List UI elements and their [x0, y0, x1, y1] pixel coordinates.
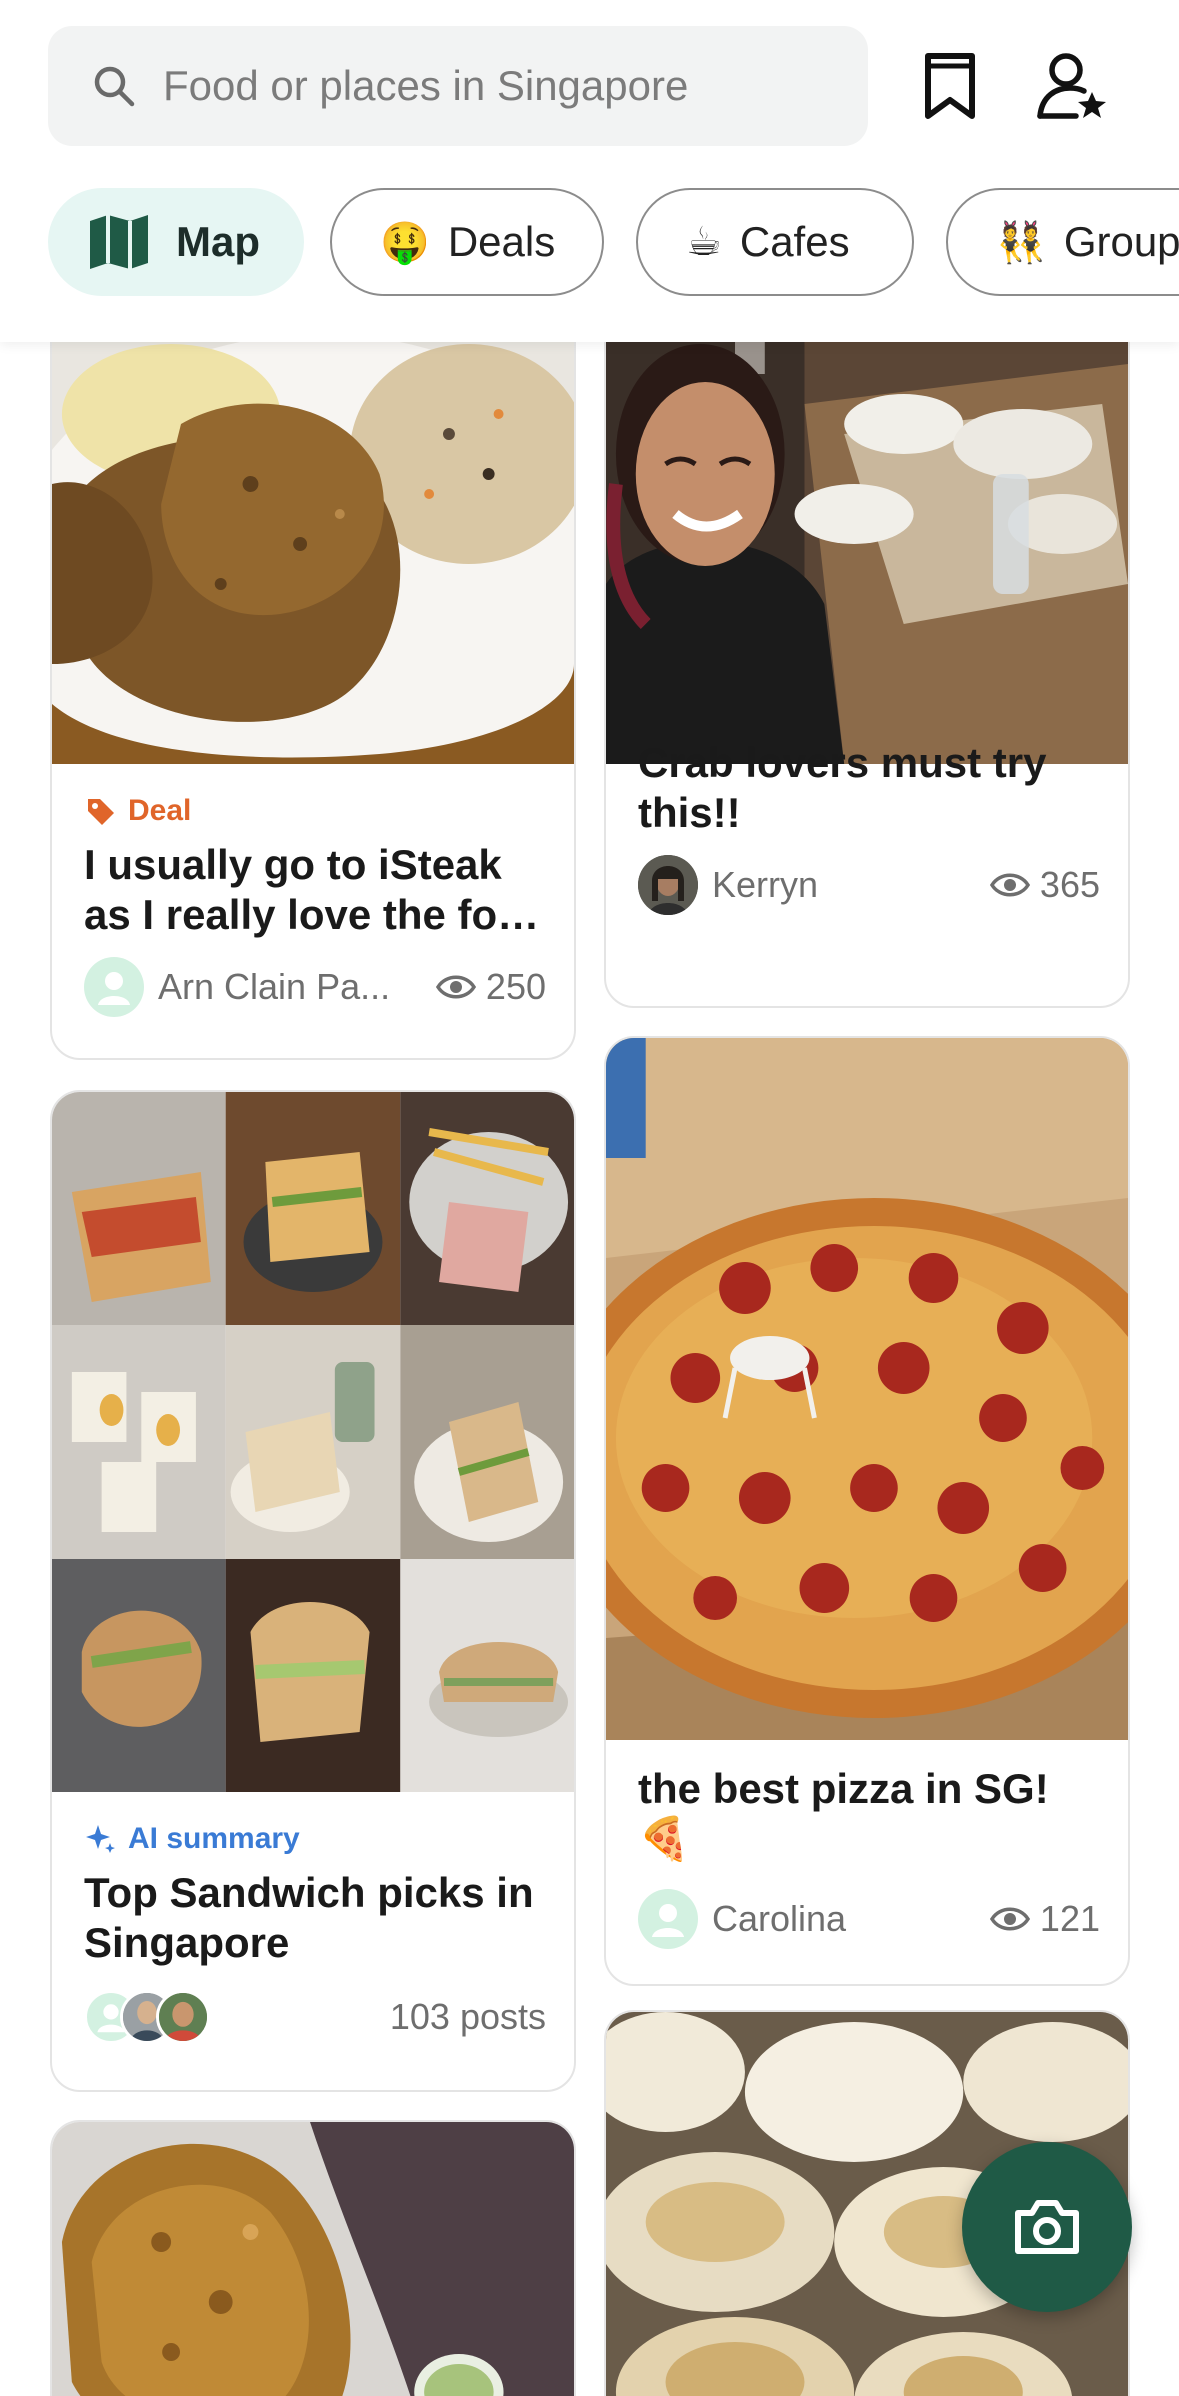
- filter-chip-cafes[interactable]: ☕ Cafes: [636, 188, 914, 296]
- view-count: 250: [435, 966, 546, 1008]
- eye-icon: [435, 975, 476, 999]
- post-title: the best pizza in SG! 🍕: [638, 1765, 1049, 1862]
- view-count-value: 250: [485, 966, 546, 1007]
- filter-chip-label: Cafes: [739, 218, 850, 265]
- money-face-icon: 🤑: [380, 220, 430, 265]
- ai-summary-tag: AI summary: [84, 1822, 300, 1856]
- map-icon: [90, 215, 148, 269]
- search-placeholder[interactable]: Food or places in Singapore: [163, 26, 688, 146]
- post-photo-pizza: [606, 1038, 1128, 1740]
- post-card[interactable]: Crab lovers must try this!! Kerryn 365: [604, 282, 1130, 1008]
- post-meta: Kerryn 365: [638, 854, 1100, 916]
- post-card[interactable]: [50, 2120, 576, 2396]
- post-title: Crab lovers must try this!!: [638, 739, 1047, 836]
- filter-chip-label: Group: [1063, 218, 1179, 265]
- post-feed: Deal I usually go to iSteak as I really …: [0, 282, 1179, 2396]
- post-photo-steak: [52, 284, 574, 764]
- top-header: Food or places in Singapore Map 🤑 Deals: [0, 0, 1179, 342]
- default-avatar-icon: [98, 972, 130, 1005]
- sparkle-icon: [86, 1825, 115, 1853]
- price-tag-icon: [88, 799, 114, 825]
- view-count-value: 365: [1039, 864, 1100, 905]
- avatar: [638, 1889, 698, 1949]
- post-author: Kerryn: [712, 864, 819, 905]
- post-card[interactable]: Deal I usually go to iSteak as I really …: [50, 282, 576, 1060]
- camera-fab-button[interactable]: [962, 2142, 1132, 2312]
- user-photo-icon: [159, 1993, 207, 2041]
- view-count-value: 121: [1039, 1898, 1100, 1939]
- deal-tag-label: Deal: [128, 794, 192, 827]
- post-title: I usually go to iSteak as I really love …: [84, 841, 540, 938]
- feed-page: Food or places in Singapore Map 🤑 Deals: [0, 0, 1179, 2396]
- post-card[interactable]: the best pizza in SG! 🍕 Carolina 121: [604, 1036, 1130, 1986]
- view-count: 365: [989, 864, 1100, 906]
- post-photo-sandwich-collage: [52, 1092, 574, 1792]
- avatar: [84, 957, 144, 1017]
- post-author: Arn Clain Pa...: [158, 966, 391, 1007]
- avatar: [156, 1990, 210, 2044]
- eye-icon: [989, 873, 1030, 897]
- search-bar[interactable]: Food or places in Singapore: [48, 26, 868, 146]
- filter-chip-group[interactable]: 👯 Group: [946, 188, 1179, 296]
- filter-chip-map[interactable]: Map: [48, 188, 304, 296]
- user-star-icon[interactable]: [1036, 50, 1108, 122]
- coffee-icon: ☕: [686, 220, 722, 264]
- post-meta: Carolina 121: [638, 1888, 1100, 1950]
- post-card[interactable]: AI summary Top Sandwich picks in Singapo…: [50, 1090, 576, 2092]
- camera-icon: [1015, 2200, 1079, 2254]
- post-photo-fried-chicken: [52, 2122, 574, 2396]
- post-author: Carolina: [712, 1898, 847, 1939]
- search-icon: [94, 66, 135, 107]
- filter-chip-label: Map: [176, 218, 260, 265]
- view-count: 121: [989, 1898, 1100, 1940]
- filter-chip-deals[interactable]: 🤑 Deals: [330, 188, 604, 296]
- posts-count: 103 posts: [389, 1996, 546, 2037]
- post-title: Top Sandwich picks in Singapore: [84, 1869, 534, 1966]
- filter-chip-label: Deals: [447, 218, 556, 265]
- post-meta: Arn Clain Pa... 250: [84, 956, 546, 1018]
- filter-chips: Map 🤑 Deals ☕ Cafes 👯 Group: [0, 180, 1179, 304]
- deal-tag: Deal: [84, 794, 191, 828]
- bookmark-icon[interactable]: [920, 50, 980, 122]
- contributor-avatars: [84, 1990, 210, 2044]
- user-photo-icon: [638, 855, 698, 915]
- post-meta: 103 posts: [84, 1986, 546, 2048]
- post-photo-selfie: [606, 284, 1128, 764]
- ai-summary-label: AI summary: [128, 1822, 300, 1855]
- avatar: [638, 855, 698, 915]
- people-icon: 👯: [996, 220, 1046, 265]
- eye-icon: [989, 1907, 1030, 1931]
- default-avatar-icon: [652, 1904, 684, 1937]
